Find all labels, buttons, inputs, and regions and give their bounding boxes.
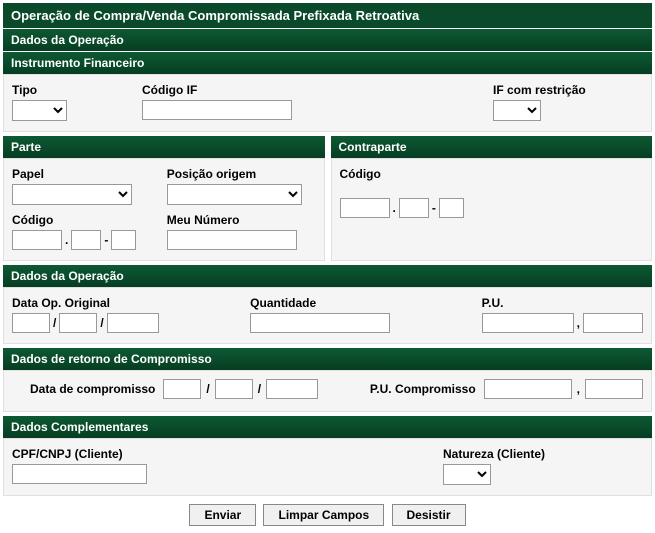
enviar-button[interactable]: Enviar [189, 504, 256, 526]
sep-dash: - [103, 233, 109, 247]
codigo-if-input[interactable] [142, 100, 292, 120]
label-data-op-original: Data Op. Original [12, 296, 159, 310]
page-title: Operação de Compra/Venda Compromissada P… [3, 3, 652, 28]
label-meu-numero: Meu Número [167, 213, 316, 227]
label-data-compromisso: Data de compromisso [30, 382, 155, 396]
posicao-origem-select[interactable] [167, 184, 302, 205]
natureza-select[interactable] [443, 464, 491, 485]
sep-slash: / [205, 382, 210, 396]
data-op-dia[interactable] [12, 313, 50, 333]
data-op-ano[interactable] [107, 313, 159, 333]
contraparte-codigo-1[interactable] [340, 198, 390, 218]
label-papel: Papel [12, 167, 161, 181]
label-tipo: Tipo [12, 83, 122, 97]
data-op-mes[interactable] [59, 313, 97, 333]
block-complementares: CPF/CNPJ (Cliente) Natureza (Cliente) [3, 438, 652, 496]
button-row: Enviar Limpar Campos Desistir [3, 496, 652, 530]
contraparte-codigo-3[interactable] [439, 198, 464, 218]
section-dados-operacao: Dados da Operação [3, 28, 652, 51]
pu-comp-dec[interactable] [585, 379, 643, 399]
if-restricao-select[interactable] [493, 100, 541, 121]
data-comp-dia[interactable] [163, 379, 201, 399]
sep-dot: . [64, 233, 69, 247]
data-comp-ano[interactable] [266, 379, 318, 399]
quantidade-input[interactable] [250, 313, 390, 333]
parte-codigo-3[interactable] [111, 230, 136, 250]
label-cpf-cnpj: CPF/CNPJ (Cliente) [12, 447, 147, 461]
pu-dec[interactable] [583, 313, 643, 333]
label-pu-compromisso: P.U. Compromisso [370, 382, 476, 396]
data-comp-mes[interactable] [215, 379, 253, 399]
label-contraparte-codigo: Código [340, 167, 644, 181]
sep-slash: / [257, 382, 262, 396]
label-codigo-parte: Código [12, 213, 161, 227]
parte-codigo-2[interactable] [71, 230, 101, 250]
tipo-select[interactable] [12, 100, 67, 121]
sep-slash: / [99, 316, 104, 330]
label-posicao-origem: Posição origem [167, 167, 316, 181]
block-dados-operacao-2: Data Op. Original / / Quantidade P.U. , [3, 287, 652, 344]
sep-comma: , [576, 316, 581, 330]
block-parte: Papel Posição origem Código . - [3, 158, 325, 261]
section-complementares: Dados Complementares [3, 415, 652, 438]
section-contraparte: Contraparte [331, 135, 653, 158]
limpar-button[interactable]: Limpar Campos [263, 504, 384, 526]
sep-dash: - [431, 201, 437, 215]
sep-dot: . [392, 201, 397, 215]
contraparte-codigo-2[interactable] [399, 198, 429, 218]
papel-select[interactable] [12, 184, 132, 205]
sep-comma: , [576, 382, 581, 396]
label-pu: P.U. [482, 296, 643, 310]
cpf-cnpj-input[interactable] [12, 464, 147, 484]
section-parte: Parte [3, 135, 325, 158]
block-contraparte: Código . - [331, 158, 653, 261]
section-dados-operacao-2: Dados da Operação [3, 264, 652, 287]
label-natureza: Natureza (Cliente) [443, 447, 643, 461]
desistir-button[interactable]: Desistir [392, 504, 466, 526]
label-quantidade: Quantidade [250, 296, 390, 310]
section-retorno: Dados de retorno de Compromisso [3, 347, 652, 370]
sep-slash: / [52, 316, 57, 330]
block-retorno: Data de compromisso / / P.U. Compromisso… [3, 370, 652, 412]
block-instrumento: Tipo Código IF IF com restrição [3, 74, 652, 132]
label-if-restricao: IF com restrição [493, 83, 643, 97]
pu-comp-int[interactable] [484, 379, 572, 399]
pu-int[interactable] [482, 313, 574, 333]
label-codigo-if: Código IF [142, 83, 312, 97]
parte-codigo-1[interactable] [12, 230, 62, 250]
section-instrumento: Instrumento Financeiro [3, 51, 652, 74]
meu-numero-input[interactable] [167, 230, 297, 250]
